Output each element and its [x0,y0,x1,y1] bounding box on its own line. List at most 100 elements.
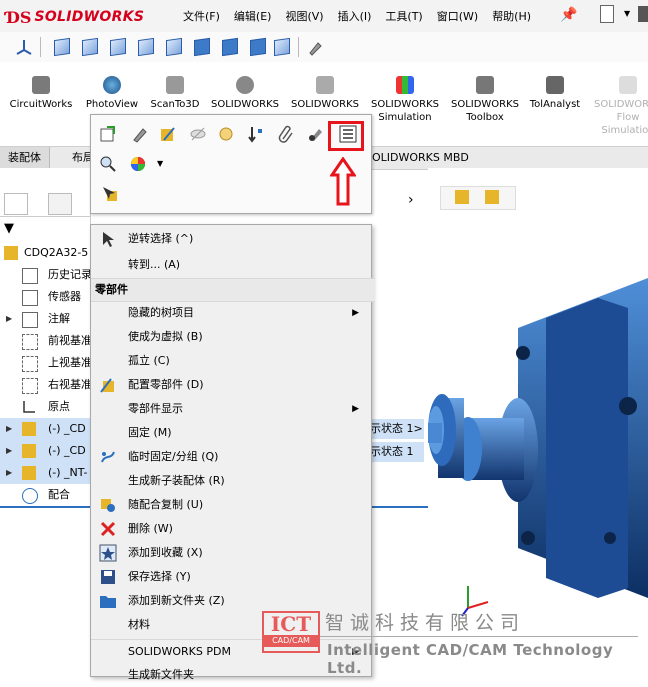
menu-item-fix[interactable]: 固定 (M) [91,421,371,445]
tree-item-front-plane[interactable]: 前视基准 [0,330,92,352]
tree-item-right-plane[interactable]: 右视基准 [0,374,92,396]
chevron-right-icon[interactable]: › [408,192,414,208]
simulation-button[interactable]: SOLIDWORKS Simulation [367,76,443,124]
flow-simulation-button[interactable]: SOLIDWORKS Flow Simulation [590,76,648,137]
menu-item-copy-with-mates[interactable]: 随配合复制 (U) [91,493,371,517]
pin-icon[interactable]: 📌 [560,7,577,23]
menu-item-configure-component[interactable]: 配置零部件 (D) [91,373,371,397]
menu-insert[interactable]: 插入(I) [338,8,372,24]
flashlight-icon[interactable] [306,38,324,56]
tree-root[interactable]: CDQ2A32-5 [0,242,90,264]
property-tab-icon[interactable] [48,193,72,215]
shaded-view-icon[interactable] [250,37,266,57]
zoom-to-selection-icon[interactable] [99,155,117,173]
reverse-select-icon [103,232,114,247]
tree-item-top-plane[interactable]: 上视基准 [0,352,92,374]
view-cube-icon[interactable] [82,37,98,57]
tree-label: 前视基准 [48,334,92,347]
tree-item-component[interactable]: ▶ (-) _CD [0,418,90,440]
cmd-label: SOLIDWORKS [210,99,280,110]
view-cube-icon[interactable] [138,37,154,57]
toolbar-edge-icon[interactable] [638,6,648,22]
chevron-down-icon[interactable]: ▼ [157,159,163,168]
shaded-view-icon[interactable] [222,37,238,57]
menu-label: 隐藏的树项目 [128,306,194,319]
shaded-view-icon[interactable] [194,37,210,57]
color-wheel-icon[interactable] [129,155,147,173]
expand-icon[interactable]: ▶ [6,418,12,440]
plane-icon [22,334,38,350]
tree-item-component[interactable]: ▶ (-) _NT- [0,462,90,484]
menu-item-hidden-tree-items[interactable]: 隐藏的树项目 ▶ [91,301,371,325]
cmd-label: SOLIDWORKS [370,99,440,110]
menu-item-reverse-selection[interactable]: 逆转选择 (^) [91,227,371,251]
menu-label: 删除 (W) [128,522,173,535]
toolbar-separator [298,37,299,57]
tree-item-origin[interactable]: 原点 [0,396,90,418]
scanto3d-button[interactable]: ScanTo3D [137,76,213,111]
cmd-label: Simulation [378,112,432,123]
menu-label: 生成新子装配体 (R) [128,474,225,487]
menu-label: 生成新文件夹 [128,668,194,681]
menu-item-temp-fix-group[interactable]: 临时固定/分组 (Q) [91,445,371,469]
solidworks-logo[interactable]: ƊS SOLIDWORKS [6,6,144,28]
expand-icon[interactable]: ▶ [6,440,12,462]
tree-label: (-) _NT- [48,466,88,479]
expand-icon[interactable]: ▶ [6,308,12,330]
edit-pencil-icon[interactable] [159,125,177,143]
menu-item-isolate[interactable]: 孤立 (C) [91,349,371,373]
expand-icon[interactable]: ▶ [6,462,12,484]
hide-component-icon[interactable] [189,125,207,143]
graphics-viewport[interactable] [428,168,648,675]
tree-item-sensors[interactable]: 传感器 [0,286,90,308]
feature-tree-tab-icon[interactable] [4,193,28,215]
menu-edit[interactable]: 编辑(E) [234,8,272,24]
menu-view[interactable]: 视图(V) [285,8,323,24]
view-cube-icon[interactable] [110,37,126,57]
flow-icon [619,76,637,94]
menu-item-go-to[interactable]: 转到... (A) [91,253,371,277]
tree-item-annotations[interactable]: ▶ 注解 [0,308,90,330]
tolanalyst-icon [546,76,564,94]
filter-icon[interactable]: ▼ [4,221,14,236]
tree-label: 上视基准 [48,356,92,369]
menu-tools[interactable]: 工具(T) [385,8,422,24]
tree-item-mates[interactable]: 配合 [0,484,90,506]
tab-mbd[interactable]: SOLIDWORKS MBD [365,147,469,169]
new-document-icon[interactable] [600,5,614,23]
transparency-icon[interactable] [217,125,235,143]
tree-item-component[interactable]: ▶ (-) _CD [0,440,90,462]
menu-file[interactable]: 文件(F) [183,8,220,24]
sort-icon[interactable] [247,125,265,143]
tree-label: 历史记录 [48,268,92,281]
routing-button[interactable]: SOLIDWORKS [287,76,363,111]
tree-label: (-) _CD [48,422,86,435]
tree-item-history[interactable]: 历史记录 [0,264,92,286]
menu-item-make-virtual[interactable]: 使成为虚拟 (B) [91,325,371,349]
menu-help[interactable]: 帮助(H) [492,8,531,24]
triad-icon[interactable] [14,38,34,56]
view-cube-icon[interactable] [54,37,70,57]
open-part-icon[interactable] [99,125,117,143]
assembly-icon [4,246,18,260]
selection-tools-icon[interactable] [101,185,119,203]
menu-item-component-display[interactable]: 零部件显示 ▶ [91,397,371,421]
tab-assembly[interactable]: 装配体 [0,147,50,169]
chevron-down-icon[interactable]: ▼ [624,9,630,18]
paperclip-icon[interactable] [277,125,295,143]
menu-item-save-selection[interactable]: 保存选择 (Y) [91,565,371,589]
breadcrumb[interactable] [440,186,516,210]
edit-component-icon[interactable] [131,125,149,143]
tolanalyst-button[interactable]: TolAnalyst [517,76,593,111]
menu-item-add-to-favorites[interactable]: 添加到收藏 (X) [91,541,371,565]
toolbox-button[interactable]: SOLIDWORKS Toolbox [447,76,523,124]
circuitworks-button[interactable]: CircuitWorks [3,76,79,111]
view-cube-icon[interactable] [274,37,290,57]
menu-item-new-subassembly[interactable]: 生成新子装配体 (R) [91,469,371,493]
motion-button[interactable]: SOLIDWORKS [207,76,283,111]
submenu-arrow-icon: ▶ [352,308,359,318]
appearance-icon[interactable] [307,125,325,143]
view-cube-icon[interactable] [166,37,182,57]
menu-item-delete[interactable]: 删除 (W) [91,517,371,541]
menu-window[interactable]: 窗口(W) [437,8,478,24]
